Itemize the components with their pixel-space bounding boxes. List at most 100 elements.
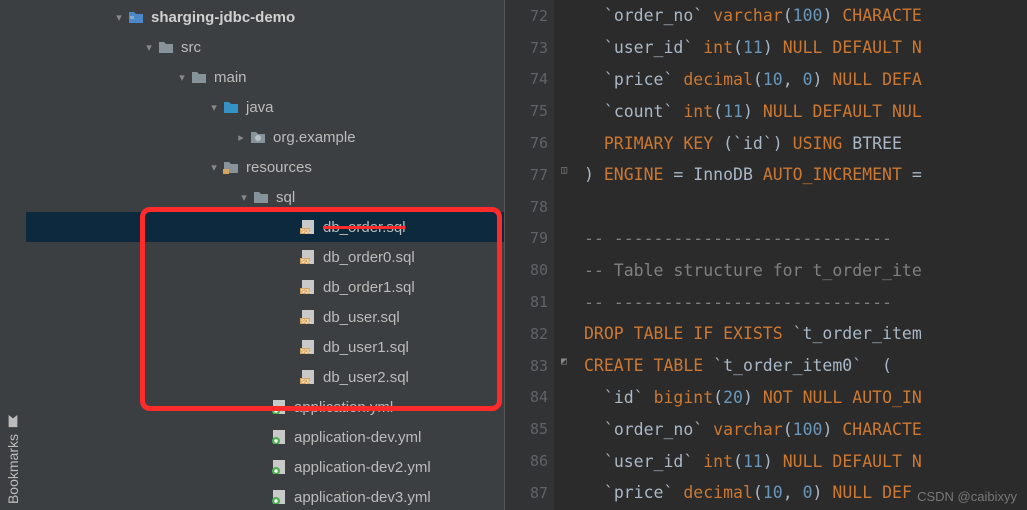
line-number: 74 <box>505 64 554 96</box>
tree-item-label: resources <box>246 159 312 176</box>
yml-icon <box>270 489 288 505</box>
tree-item-sql[interactable]: ▾ sql <box>26 182 504 212</box>
fold-down-icon[interactable]: ◩ <box>561 356 567 367</box>
line-number: 81 <box>505 286 554 318</box>
sql-icon: SQL <box>299 309 317 325</box>
code-line[interactable]: -- ---------------------------- <box>584 286 1027 318</box>
tree-item-label: java <box>246 99 274 116</box>
code-line[interactable]: DROP TABLE IF EXISTS `t_order_item <box>584 318 1027 350</box>
line-number: 78 <box>505 191 554 223</box>
svg-text:SQL: SQL <box>301 229 311 234</box>
tree-item-application-dev2-yml[interactable]: application-dev2.yml <box>26 452 504 482</box>
code-line[interactable]: `id` bigint(20) NOT NULL AUTO_IN <box>584 382 1027 414</box>
code-line[interactable]: `price` decimal(10, 0) NULL DEF <box>584 477 1027 509</box>
line-number: 86 <box>505 445 554 477</box>
folder-icon <box>252 189 270 205</box>
tree-item-label: main <box>214 69 247 86</box>
code-editor[interactable]: `order_no` varchar(100) CHARACTE `user_i… <box>554 0 1027 510</box>
tree-item-label: application-dev2.yml <box>294 459 431 476</box>
sql-icon: SQL <box>299 279 317 295</box>
line-number: 83 <box>505 350 554 382</box>
tree-item-application-yml[interactable]: application.yml <box>26 392 504 422</box>
tree-item-label: db_order1.sql <box>323 279 415 296</box>
code-line[interactable]: -- Table structure for t_order_ite <box>584 254 1027 286</box>
expand-arrow-icon[interactable]: ▾ <box>174 71 190 84</box>
line-number: 87 <box>505 477 554 509</box>
line-number: 73 <box>505 32 554 64</box>
bookmarks-label: Bookmarks <box>5 434 21 504</box>
code-line[interactable]: PRIMARY KEY (`id`) USING BTREE <box>584 127 1027 159</box>
tree-item-label: application.yml <box>294 399 393 416</box>
expand-arrow-icon[interactable]: ▾ <box>206 161 222 174</box>
yml-icon <box>270 399 288 415</box>
yml-icon <box>270 429 288 445</box>
line-number: 76 <box>505 127 554 159</box>
resources-icon <box>222 159 240 175</box>
sql-icon: SQL <box>299 249 317 265</box>
tree-item-resources[interactable]: ▾ resources <box>26 152 504 182</box>
tree-item-label: sql <box>276 189 295 206</box>
bookmark-icon <box>6 414 20 428</box>
line-number: 82 <box>505 318 554 350</box>
expand-arrow-icon[interactable]: ▾ <box>206 101 222 114</box>
code-line[interactable]: `user_id` int(11) NULL DEFAULT N <box>584 445 1027 477</box>
folder-icon <box>190 69 208 85</box>
tree-item-db-order-sql[interactable]: SQL db_order.sql <box>26 212 504 242</box>
editor-gutter: 72737475767778798081828384858687 <box>504 0 554 510</box>
tree-item-label: db_order.sql <box>323 219 406 236</box>
tree-item-main[interactable]: ▾ main <box>26 62 504 92</box>
tree-item-label: db_order0.sql <box>323 249 415 266</box>
folder-blue-icon <box>222 99 240 115</box>
line-number: 77 <box>505 159 554 191</box>
tree-item-sharging-jdbc-demo[interactable]: ▾ sharging-jdbc-demo <box>26 2 504 32</box>
svg-text:SQL: SQL <box>301 259 311 264</box>
tree-item-org-example[interactable]: ▸ org.example <box>26 122 504 152</box>
tree-item-application-dev3-yml[interactable]: application-dev3.yml <box>26 482 504 510</box>
tree-item-src[interactable]: ▾ src <box>26 32 504 62</box>
tree-item-db-user-sql[interactable]: SQL db_user.sql <box>26 302 504 332</box>
expand-arrow-icon[interactable]: ▾ <box>111 11 127 24</box>
line-number: 79 <box>505 223 554 255</box>
line-number: 80 <box>505 254 554 286</box>
package-icon <box>249 129 267 145</box>
svg-text:SQL: SQL <box>301 289 311 294</box>
expand-arrow-icon[interactable]: ▾ <box>141 41 157 54</box>
tree-item-db-user1-sql[interactable]: SQL db_user1.sql <box>26 332 504 362</box>
project-tree-panel[interactable]: ▾ sharging-jdbc-demo ▾ src ▾ main ▾ java ▸ org.ex… <box>26 0 504 510</box>
yml-icon <box>270 459 288 475</box>
tree-item-db-user2-sql[interactable]: SQL db_user2.sql <box>26 362 504 392</box>
code-line[interactable]: `order_no` varchar(100) CHARACTE <box>584 0 1027 32</box>
tree-item-db-order1-sql[interactable]: SQL db_order1.sql <box>26 272 504 302</box>
code-line[interactable]: ◩CREATE TABLE `t_order_item0` ( <box>584 350 1027 382</box>
svg-text:SQL: SQL <box>301 379 311 384</box>
tree-item-label: src <box>181 39 201 56</box>
tree-item-label: db_user2.sql <box>323 369 409 386</box>
code-line[interactable] <box>584 191 1027 223</box>
sql-icon: SQL <box>299 219 317 235</box>
tree-item-label: db_user.sql <box>323 309 400 326</box>
tree-item-application-dev-yml[interactable]: application-dev.yml <box>26 422 504 452</box>
line-number: 72 <box>505 0 554 32</box>
code-line[interactable]: `price` decimal(10, 0) NULL DEFA <box>584 64 1027 96</box>
code-line[interactable]: `count` int(11) NULL DEFAULT NUL <box>584 95 1027 127</box>
tree-item-label: application-dev3.yml <box>294 489 431 506</box>
tree-item-java[interactable]: ▾ java <box>26 92 504 122</box>
module-icon <box>127 9 145 25</box>
tree-item-db-order0-sql[interactable]: SQL db_order0.sql <box>26 242 504 272</box>
code-line[interactable]: ◫) ENGINE = InnoDB AUTO_INCREMENT = <box>584 159 1027 191</box>
line-number: 84 <box>505 382 554 414</box>
expand-arrow-icon[interactable]: ▸ <box>233 131 249 144</box>
code-line[interactable]: `user_id` int(11) NULL DEFAULT N <box>584 32 1027 64</box>
svg-text:SQL: SQL <box>301 319 311 324</box>
tree-item-label: db_user1.sql <box>323 339 409 356</box>
folder-icon <box>157 39 175 55</box>
expand-arrow-icon[interactable]: ▾ <box>236 191 252 204</box>
bookmarks-tab[interactable]: Bookmarks <box>0 0 26 510</box>
svg-text:SQL: SQL <box>301 349 311 354</box>
code-line[interactable]: `order_no` varchar(100) CHARACTE <box>584 413 1027 445</box>
code-line[interactable]: -- ---------------------------- <box>584 223 1027 255</box>
tree-item-label: org.example <box>273 129 356 146</box>
fold-up-icon[interactable]: ◫ <box>561 165 567 176</box>
tree-item-label: sharging-jdbc-demo <box>151 9 295 26</box>
sql-icon: SQL <box>299 339 317 355</box>
